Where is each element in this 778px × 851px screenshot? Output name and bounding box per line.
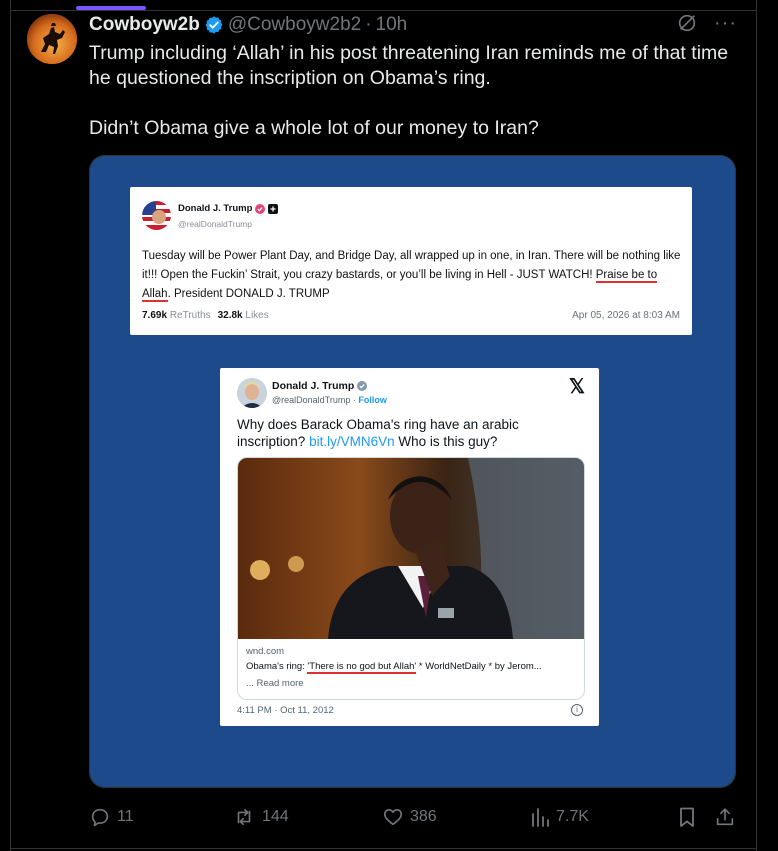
retruths-label: ReTruths bbox=[169, 310, 211, 321]
tweet-text: Trump including ‘Allah’ in his post thre… bbox=[89, 41, 749, 141]
embedded-timestamp: 4:11 PM · Oct 11, 2012 bbox=[237, 705, 334, 716]
link-preview-card: wnd.com Obama's ring: 'There is no god b… bbox=[237, 457, 585, 700]
like-count: 386 bbox=[410, 808, 437, 825]
tweet-text-paragraph-1: Trump including ‘Allah’ in his post thre… bbox=[89, 42, 729, 89]
embedded-handle-text: @realDonaldTrump bbox=[272, 395, 351, 405]
more-icon[interactable]: ··· bbox=[714, 13, 737, 33]
likes-label: Likes bbox=[245, 310, 269, 321]
likes-count: 32.8k bbox=[217, 310, 243, 321]
embedded-link: bit.ly/VMN6Vn bbox=[309, 434, 395, 449]
bottom-divider bbox=[10, 848, 756, 849]
tweet-header: Cowboyw2b @Cowboyw2b2 · 10h bbox=[89, 13, 407, 37]
embedded-stats: 7.69k ReTruths 32.8k Likes bbox=[142, 310, 269, 321]
x-logo-icon: 𝕏 bbox=[568, 376, 585, 398]
embedded-post-body-1: Tuesday will be Power Plant Day, and Bri… bbox=[142, 247, 682, 304]
views-count: 7.7K bbox=[556, 808, 589, 825]
separator-dot: · bbox=[352, 395, 356, 405]
card-read-more: ... Read more bbox=[246, 678, 304, 689]
active-tab-indicator bbox=[76, 6, 146, 10]
embedded-handle-2: @realDonaldTrump · Follow bbox=[272, 395, 387, 405]
embedded-post-body-2: Why does Barack Obama's ring have an ara… bbox=[237, 416, 587, 450]
repost-button[interactable]: 144 bbox=[232, 806, 289, 828]
tweet-text-paragraph-2: Didn’t Obama give a whole lot of our mon… bbox=[89, 117, 539, 139]
card-domain: wnd.com bbox=[246, 646, 285, 657]
views-icon bbox=[532, 808, 549, 827]
header-actions: ··· bbox=[676, 12, 737, 34]
card-title: Obama's ring: 'There is no god but Allah… bbox=[246, 661, 542, 674]
views-button[interactable]: 7.7K bbox=[530, 806, 589, 828]
separator-dot: · bbox=[365, 14, 372, 35]
avatar[interactable] bbox=[27, 14, 77, 64]
x-post-screenshot: Donald J. Trump @realDonaldTrump · Follo… bbox=[220, 368, 599, 726]
plus-icon bbox=[268, 203, 279, 214]
display-name[interactable]: Cowboyw2b bbox=[89, 13, 200, 37]
handle[interactable]: @Cowboyw2b2 bbox=[228, 13, 361, 37]
verified-badge-icon bbox=[205, 16, 223, 34]
follow-link: Follow bbox=[358, 395, 387, 405]
truth-social-post-screenshot: Donald J. Trump @realDonaldTrump Tuesday… bbox=[130, 187, 692, 335]
bookmark-icon bbox=[680, 807, 694, 827]
timeline-border-left bbox=[10, 0, 11, 851]
reply-count: 11 bbox=[117, 808, 134, 825]
top-divider bbox=[10, 10, 756, 11]
bookmark-button[interactable] bbox=[677, 806, 697, 828]
embedded-date: Apr 05, 2026 at 8:03 AM bbox=[572, 310, 680, 321]
tweet-actions-bar: 11 144 386 7.7K bbox=[89, 806, 739, 830]
reply-button[interactable]: 11 bbox=[89, 806, 134, 828]
like-button[interactable]: 386 bbox=[382, 806, 437, 828]
repost-icon bbox=[237, 808, 251, 826]
embedded-avatar-1 bbox=[142, 201, 171, 230]
verified-badge-icon bbox=[357, 381, 368, 391]
info-icon: i bbox=[571, 704, 583, 716]
embedded-avatar-2 bbox=[237, 378, 267, 408]
reply-icon bbox=[91, 808, 109, 827]
share-icon bbox=[716, 808, 734, 826]
retruths-count: 7.69k bbox=[142, 310, 168, 321]
repost-count: 144 bbox=[262, 808, 289, 825]
like-icon bbox=[383, 809, 403, 826]
share-button[interactable] bbox=[714, 806, 736, 828]
embedded-body-text-end: Who is this guy? bbox=[394, 434, 498, 449]
embedded-handle-1: @realDonaldTrump bbox=[178, 219, 252, 229]
embedded-body-text-end: . President DONALD J. TRUMP bbox=[167, 288, 330, 300]
card-title-start: Obama's ring: bbox=[246, 661, 308, 672]
grok-icon[interactable] bbox=[676, 12, 698, 34]
highlighted-text: 'There is no god but Allah' bbox=[307, 661, 417, 674]
card-title-end: * WorldNetDaily * by Jerom... bbox=[416, 661, 542, 672]
embedded-name-2: Donald J. Trump bbox=[272, 380, 368, 392]
timeline-border-right bbox=[756, 0, 757, 851]
tweet-media-image[interactable]: Donald J. Trump @realDonaldTrump Tuesday… bbox=[89, 155, 736, 788]
embedded-name-1: Donald J. Trump bbox=[178, 203, 279, 214]
embedded-display-name-2: Donald J. Trump bbox=[272, 380, 355, 392]
link-preview-photo bbox=[238, 458, 584, 639]
verified-badge-icon bbox=[255, 203, 266, 214]
embedded-display-name-1: Donald J. Trump bbox=[178, 203, 253, 214]
tweet-time[interactable]: 10h bbox=[376, 13, 408, 37]
